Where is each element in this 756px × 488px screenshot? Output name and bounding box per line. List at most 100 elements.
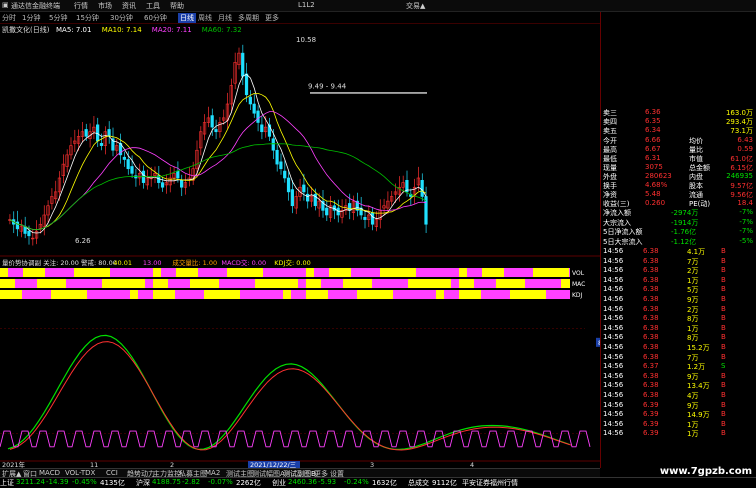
tick-time: 14:56 bbox=[603, 247, 624, 255]
tick-row: 14:56 6.38 7万 B bbox=[603, 353, 755, 363]
strip-segment bbox=[314, 268, 329, 277]
tab-period-1[interactable]: 1分钟 bbox=[22, 13, 40, 23]
strip-segment bbox=[561, 279, 570, 288]
strip-segment bbox=[161, 268, 176, 277]
tick-row: 14:56 6.37 1.2万 S bbox=[603, 362, 755, 372]
flow-label: 净流入额 bbox=[603, 209, 631, 217]
tick-volume: 1万 bbox=[687, 420, 699, 429]
candle-body bbox=[244, 73, 249, 96]
tick-side: B bbox=[721, 352, 726, 361]
strip-segment bbox=[198, 268, 227, 277]
tick-volume: 9万 bbox=[687, 401, 699, 410]
stat-key: 今开 bbox=[603, 137, 617, 145]
menu-markets[interactable]: 市场 bbox=[98, 1, 112, 11]
strip-segment bbox=[102, 279, 145, 288]
date-axis-mark: 11 bbox=[90, 461, 98, 468]
strip-segment bbox=[219, 279, 255, 288]
tick-price: 6.38 bbox=[643, 256, 659, 265]
tab-period-6[interactable]: 日线 bbox=[178, 13, 196, 23]
date-axis-year: 2021年 bbox=[2, 460, 26, 468]
stat-row: 收益(三) 0.260 PE(动) 18.4 bbox=[603, 199, 755, 208]
stat-value: 6.66 bbox=[645, 136, 661, 144]
tick-time: 14:56 bbox=[603, 371, 624, 380]
strip-segment bbox=[306, 268, 314, 277]
strip-segment bbox=[87, 290, 130, 299]
flow-row: 净流入额 -2974万 -7% bbox=[603, 208, 755, 217]
date-axis-mark: 3 bbox=[370, 461, 374, 468]
stock-name: 凯撒文化(日线) bbox=[2, 25, 50, 34]
tab-period-10[interactable]: 更多 bbox=[265, 13, 279, 23]
tick-side: B bbox=[721, 304, 726, 313]
menu-help[interactable]: 帮助 bbox=[170, 1, 184, 11]
tab-period-4[interactable]: 30分钟 bbox=[110, 13, 133, 23]
tab-period-3[interactable]: 15分钟 bbox=[76, 13, 99, 23]
candle-body bbox=[122, 156, 126, 160]
strip-segment bbox=[329, 268, 351, 277]
tick-volume: 7万 bbox=[687, 257, 699, 266]
bottom-tab-8[interactable]: MA2 bbox=[205, 469, 220, 477]
tick-row: 14:56 6.38 5万 B bbox=[603, 285, 755, 295]
l1l2-label[interactable]: L1L2 bbox=[298, 1, 315, 9]
flow-label: 5日净流入额 bbox=[603, 228, 643, 236]
tab-period-2[interactable]: 5分钟 bbox=[49, 13, 67, 23]
candle-body bbox=[84, 129, 88, 137]
strip-segment bbox=[459, 290, 481, 299]
strip-segment bbox=[504, 268, 533, 277]
tick-side: B bbox=[721, 275, 726, 284]
strip-segment bbox=[328, 290, 357, 299]
strip-segment bbox=[145, 279, 153, 288]
candle-body bbox=[248, 96, 252, 105]
tab-period-9[interactable]: 多周期 bbox=[238, 13, 259, 23]
tick-time: 14:56 bbox=[603, 352, 624, 361]
watermark: www.7gpzb.com bbox=[659, 466, 752, 477]
index-change: -14.39 bbox=[46, 478, 69, 486]
stat-row: 外盘 280623 内盘 246935 bbox=[603, 172, 755, 181]
menu-tools[interactable]: 工具 bbox=[146, 1, 160, 11]
bottom-tab-3[interactable]: VOL-TDX bbox=[65, 469, 95, 477]
tick-side: B bbox=[721, 247, 726, 255]
candle-body bbox=[241, 52, 245, 77]
tick-time: 14:56 bbox=[603, 400, 624, 409]
kline-chart[interactable]: 凯撒文化(日线) MA5: 7.01 MA10: 7.14 MA20: 7.11 MA6… bbox=[0, 24, 600, 468]
strip-segment bbox=[23, 268, 45, 277]
signal-strip-1 bbox=[0, 279, 570, 288]
trade-button[interactable]: 交易▲ bbox=[406, 1, 425, 11]
tick-row: 14:56 6.38 4.1万 B bbox=[603, 247, 755, 257]
level-annotation: 9.49 - 9.44 bbox=[308, 83, 347, 91]
tick-row: 14:56 6.38 2万 B bbox=[603, 266, 755, 276]
tick-volume: 4万 bbox=[687, 392, 699, 400]
menu-news[interactable]: 资讯 bbox=[122, 1, 136, 11]
strip-segment bbox=[525, 279, 561, 288]
tab-period-8[interactable]: 月线 bbox=[218, 13, 232, 23]
candle-body bbox=[214, 129, 218, 133]
bottom-tab-4[interactable]: CCI bbox=[106, 469, 118, 477]
tick-row: 14:56 6.38 2万 B bbox=[603, 305, 755, 315]
osc-line-green bbox=[7, 334, 570, 451]
stat-key: 外盘 bbox=[603, 173, 617, 181]
tab-period-7[interactable]: 周线 bbox=[198, 13, 212, 23]
osc-line-red bbox=[9, 341, 572, 451]
tab-period-0[interactable]: 分时 bbox=[2, 13, 16, 23]
ask-row: 卖三 6.36 163.0万 bbox=[603, 108, 755, 117]
strip-segment bbox=[380, 268, 416, 277]
signal-strip-2 bbox=[0, 290, 570, 299]
tab-period-5[interactable]: 60分钟 bbox=[144, 13, 167, 23]
stat-row: 最低 6.31 市值 61.0亿 bbox=[603, 154, 755, 163]
date-cursor-label: 2021/12/22/三 bbox=[250, 461, 297, 468]
quote-panel: 卖三 6.36 163.0万 卖四 6.35 293.4万 卖五 6.34 73.1万 今开 6.6… bbox=[600, 12, 756, 468]
strip-segment bbox=[22, 290, 51, 299]
strip-segment bbox=[130, 290, 138, 299]
date-axis-mark: 4 bbox=[470, 461, 474, 468]
bottom-tab-2[interactable]: MACD bbox=[39, 469, 60, 477]
tick-row: 14:56 6.39 1万 B bbox=[603, 420, 755, 430]
menu-market[interactable]: 行情 bbox=[74, 1, 88, 11]
tick-row: 14:56 6.38 1万 B bbox=[603, 276, 755, 286]
ask-volume: 73.1万 bbox=[730, 127, 753, 135]
index-change: -2.82 bbox=[182, 478, 201, 486]
strip-segment bbox=[190, 279, 219, 288]
tick-row: 14:56 6.38 8万 B bbox=[603, 333, 755, 343]
strip-segment bbox=[451, 279, 459, 288]
ask-label: 卖五 bbox=[603, 127, 617, 135]
tick-time: 14:56 bbox=[603, 391, 624, 399]
flow-pct: -7% bbox=[739, 227, 753, 235]
